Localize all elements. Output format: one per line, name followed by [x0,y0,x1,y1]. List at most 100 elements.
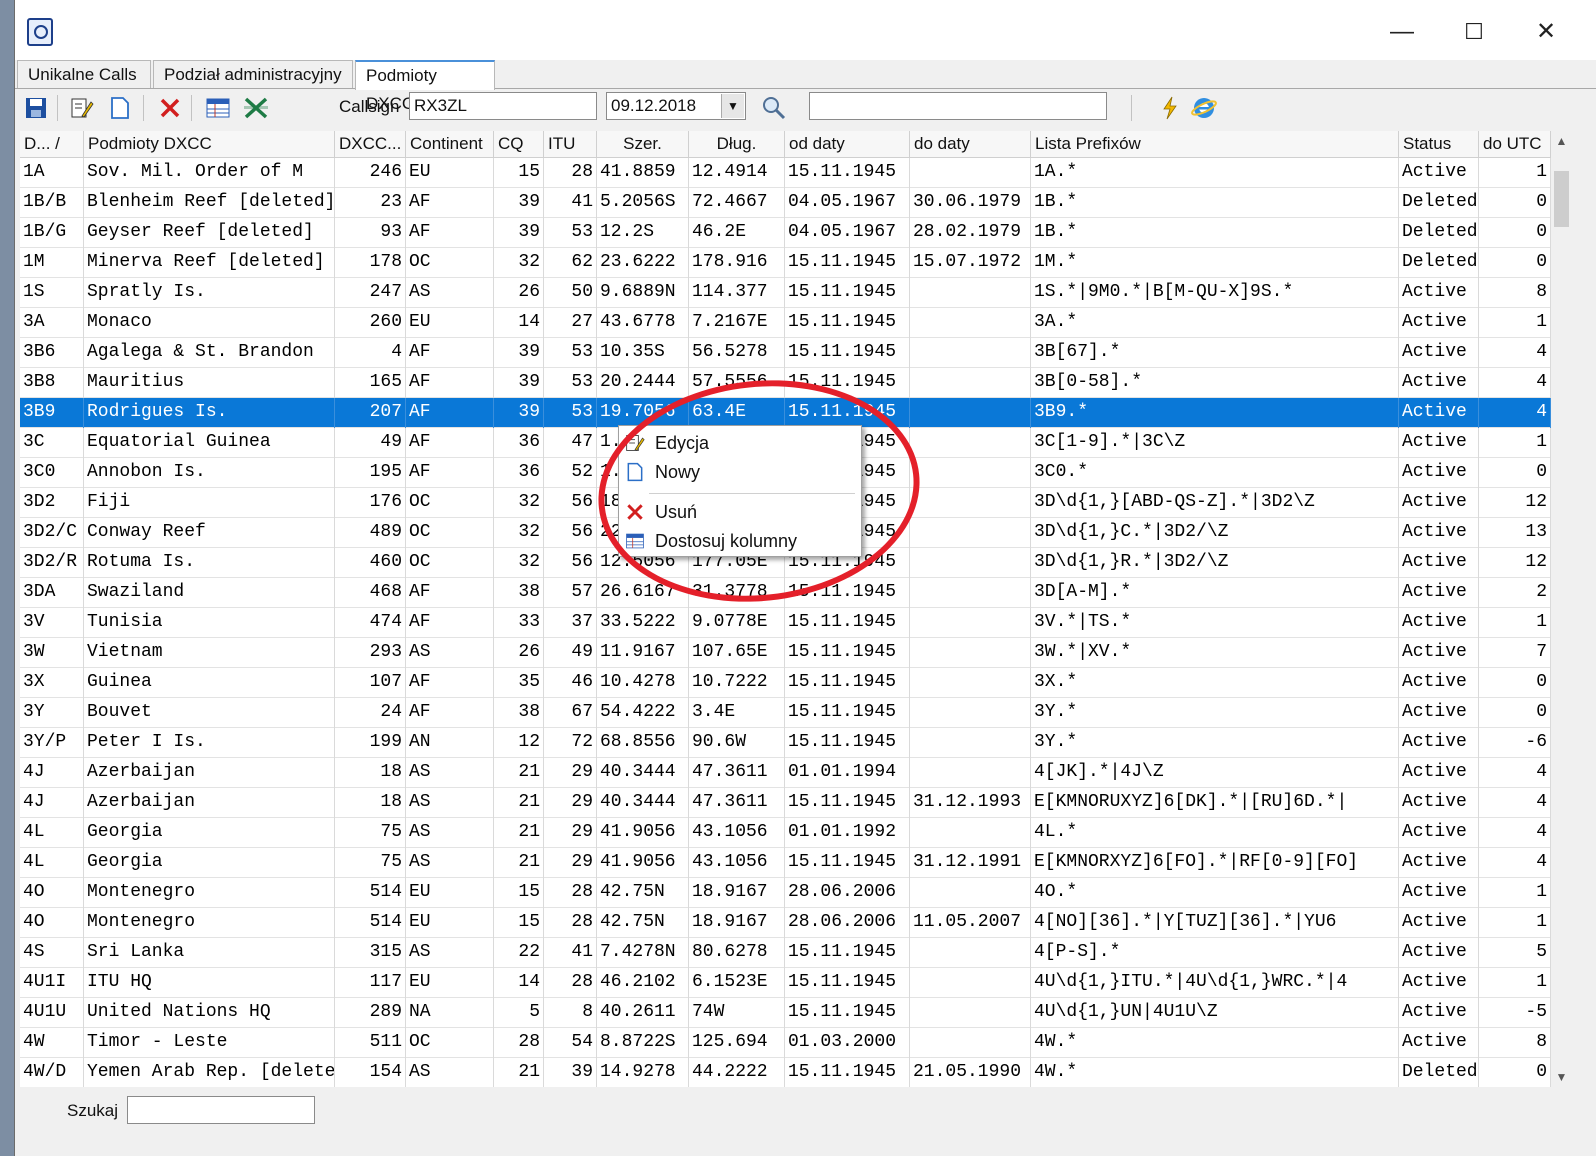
col-header-continent[interactable]: Continent [406,131,494,157]
scroll-thumb[interactable] [1554,171,1569,227]
vertical-scrollbar[interactable]: ▲ ▼ [1551,131,1572,1087]
excel-export-icon[interactable] [243,95,269,121]
table-row[interactable]: 4W Timor - Leste 511 OC 28 54 8.8722S 125.694 01… [20,1028,1551,1058]
scroll-up-icon[interactable]: ▲ [1551,131,1572,151]
col-header-lista-prefixow[interactable]: Lista Prefixów [1031,131,1399,157]
table-row[interactable]: 4L Georgia 75 AS 21 29 41.9056 43.1056 15.11.194… [20,848,1551,878]
lightning-icon[interactable] [1157,95,1183,121]
cell-entity: Mauritius [84,368,335,398]
edit-icon[interactable] [69,95,95,121]
browser-icon[interactable] [1191,95,1217,121]
menu-item-new[interactable]: Nowy [619,458,861,486]
cell-to-date: 11.05.2007 [910,908,1031,938]
cell-dxcc: 289 [335,998,406,1028]
table-row[interactable]: 1S Spratly Is. 247 AS 26 50 9.6889N 114.377 15.1… [20,278,1551,308]
cell-status: Active [1399,758,1479,788]
col-header-szer[interactable]: Szer. [597,131,689,157]
table-row[interactable]: 1B/G Geyser Reef [deleted] 93 AF 39 53 12.2S 46… [20,218,1551,248]
menu-item-delete-label: Usuń [655,502,698,522]
menu-item-delete[interactable]: Usuń [619,498,861,526]
cell-prefix-list: E[KMNORXYZ]6[FO].*|RF[0-9][FO] [1031,848,1399,878]
cell-status: Active [1399,728,1479,758]
cell-from-date: 15.11.1945 [785,398,910,428]
table-row[interactable]: 3X Guinea 107 AF 35 46 10.4278 10.7222 15.11.194… [20,668,1551,698]
table-row[interactable]: 4U1I ITU HQ 117 EU 14 28 46.2102 6.1523E 15.11.1… [20,968,1551,998]
table-row[interactable]: 4O Montenegro 514 EU 15 28 42.75N 18.9167 28.06.… [20,878,1551,908]
cell-prefix-list: 3D[A-M].* [1031,578,1399,608]
table-row[interactable]: 3A Monaco 260 EU 14 27 43.6778 7.2167E 15.11.194… [20,308,1551,338]
cell-lon: 56.5278 [689,338,785,368]
app-icon[interactable] [27,18,53,46]
table-row[interactable]: 1B/B Blenheim Reef [deleted] 23 AF 39 41 5.205… [20,188,1551,218]
table-row[interactable]: 3Y/P Peter I Is. 199 AN 12 72 68.8556 90.6W 15.1… [20,728,1551,758]
minimize-button[interactable]: — [1379,14,1425,50]
new-document-icon[interactable] [107,95,133,121]
table-row[interactable]: 3B9 Rodrigues Is. 207 AF 39 53 19.7056 63.4E 15.… [20,398,1551,428]
table-row[interactable]: 3V Tunisia 474 AF 33 37 33.5222 9.0778E 15.11.19… [20,608,1551,638]
table-row[interactable]: 4L Georgia 75 AS 21 29 41.9056 43.1056 01.01.199… [20,818,1551,848]
bottom-search-input[interactable] [127,1096,315,1124]
col-header-do-utc[interactable]: do UTC [1479,131,1551,157]
cell-to-date [910,668,1031,698]
tab-podmioty-dxcc[interactable]: Podmioty DXCC [355,60,495,113]
dxcc-table[interactable]: D... / Podmioty DXCC DXCC... Continent C… [20,131,1551,1087]
cell-dxcc: 4 [335,338,406,368]
col-header-dlug[interactable]: Dług. [689,131,785,157]
delete-icon[interactable] [157,95,183,121]
scroll-down-icon[interactable]: ▼ [1551,1067,1572,1087]
col-header-do-daty[interactable]: do daty [910,131,1031,157]
table-row[interactable]: 4S Sri Lanka 315 AS 22 41 7.4278N 80.6278 15.11.… [20,938,1551,968]
col-header-cq[interactable]: CQ [494,131,544,157]
cell-lon: 44.2222 [689,1058,785,1087]
maximize-button[interactable]: ☐ [1451,14,1497,50]
cell-lat: 5.2056S [597,188,689,218]
table-row[interactable]: 4W/D Yemen Arab Rep. [deleted] 154 AS 21 39 14… [20,1058,1551,1087]
cell-prefix-list: 4U\d{1,}UN|4U1U\Z [1031,998,1399,1028]
cell-call: 1M [20,248,84,278]
table-row[interactable]: 3B6 Agalega & St. Brandon 4 AF 39 53 10.35S 56.… [20,338,1551,368]
table-row[interactable]: 3Y Bouvet 24 AF 38 67 54.4222 3.4E 15.11.1945 3Y.… [20,698,1551,728]
cell-itu: 49 [544,638,597,668]
table-row[interactable]: 4J Azerbaijan 18 AS 21 29 40.3444 47.3611 15.11.… [20,788,1551,818]
search-field[interactable] [809,92,1107,120]
cell-status: Active [1399,158,1479,188]
col-header-podmioty[interactable]: Podmioty DXCC [84,131,335,157]
table-row[interactable]: 3W Vietnam 293 AS 26 49 11.9167 107.65E 15.11.19… [20,638,1551,668]
cell-cq: 5 [494,998,544,1028]
cell-to-date [910,728,1031,758]
cell-to-date [910,548,1031,578]
callsign-input[interactable]: RX3ZL [409,92,597,120]
cell-from-date: 04.05.1967 [785,188,910,218]
col-header-dxcc[interactable]: DXCC... [335,131,406,157]
table-row[interactable]: 3DA Swaziland 468 AF 38 57 26.6167 31.3778 15.11… [20,578,1551,608]
cell-call: 4O [20,908,84,938]
cell-lat: 41.9056 [597,848,689,878]
table-row[interactable]: 1A Sov. Mil. Order of M 246 EU 15 28 41.8859 12… [20,158,1551,188]
columns-icon[interactable] [205,95,231,121]
col-header-od-daty[interactable]: od daty [785,131,910,157]
menu-item-columns[interactable]: Dostosuj kolumny [619,527,861,555]
cell-status: Active [1399,488,1479,518]
cell-entity: Montenegro [84,878,335,908]
col-header-d[interactable]: D... / [20,131,84,157]
col-header-status[interactable]: Status [1399,131,1479,157]
menu-item-edit[interactable]: Edycja [619,429,861,457]
table-row[interactable]: 4J Azerbaijan 18 AS 21 29 40.3444 47.3611 01.01.… [20,758,1551,788]
chevron-down-icon[interactable]: ▼ [721,94,744,118]
search-icon[interactable] [761,95,787,121]
cell-call: 3D2/C [20,518,84,548]
table-row[interactable]: 3B8 Mauritius 165 AF 39 53 20.2444 57.5556 15.11… [20,368,1551,398]
cell-status: Active [1399,908,1479,938]
cell-from-date: 28.06.2006 [785,878,910,908]
table-row[interactable]: 4O Montenegro 514 EU 15 28 42.75N 18.9167 28.06.… [20,908,1551,938]
new-document-icon [625,462,645,482]
date-picker[interactable]: 09.12.2018 ▼ [606,92,746,120]
tab-unikalne-calls[interactable]: Unikalne Calls [17,60,151,88]
table-row[interactable]: 1M Minerva Reef [deleted] 178 OC 32 62 23.6222… [20,248,1551,278]
tab-podzial-administracyjny[interactable]: Podział administracyjny [153,60,353,88]
col-header-itu[interactable]: ITU [544,131,597,157]
table-row[interactable]: 4U1U United Nations HQ 289 NA 5 8 40.2611 74W 15… [20,998,1551,1028]
cell-status: Active [1399,278,1479,308]
close-button[interactable]: ✕ [1523,14,1569,50]
save-icon[interactable] [23,95,49,121]
